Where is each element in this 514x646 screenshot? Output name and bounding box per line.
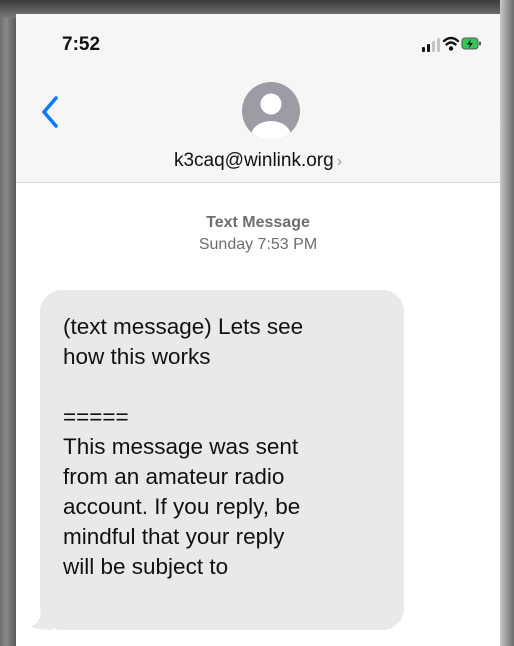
photo-frame-right xyxy=(500,0,514,646)
person-avatar-icon[interactable] xyxy=(242,82,300,140)
contact-name-button[interactable]: k3caq@winlink.org › xyxy=(16,150,500,172)
phone-screen: 7:52 k3caq@winlink.org › Text Message Su… xyxy=(16,14,500,646)
thread-meta: Text Message Sunday 7:53 PM xyxy=(16,212,500,256)
status-icons xyxy=(422,36,481,52)
service-label: Text Message xyxy=(206,214,310,231)
status-time: 7:52 xyxy=(62,34,101,55)
signal-icon xyxy=(422,38,440,52)
back-chevron-icon[interactable] xyxy=(36,92,70,132)
bubble-tail xyxy=(31,612,53,630)
wifi-icon xyxy=(442,36,460,51)
conversation-header: 7:52 k3caq@winlink.org › xyxy=(16,14,500,183)
contact-name: k3caq@winlink.org xyxy=(173,150,334,171)
message-timestamp: Sunday 7:53 PM xyxy=(198,236,318,253)
received-message-bubble[interactable]: (text message) Lets see how this works =… xyxy=(40,290,404,630)
chevron-right-icon: › xyxy=(336,153,343,170)
battery-charging-icon xyxy=(461,37,481,50)
